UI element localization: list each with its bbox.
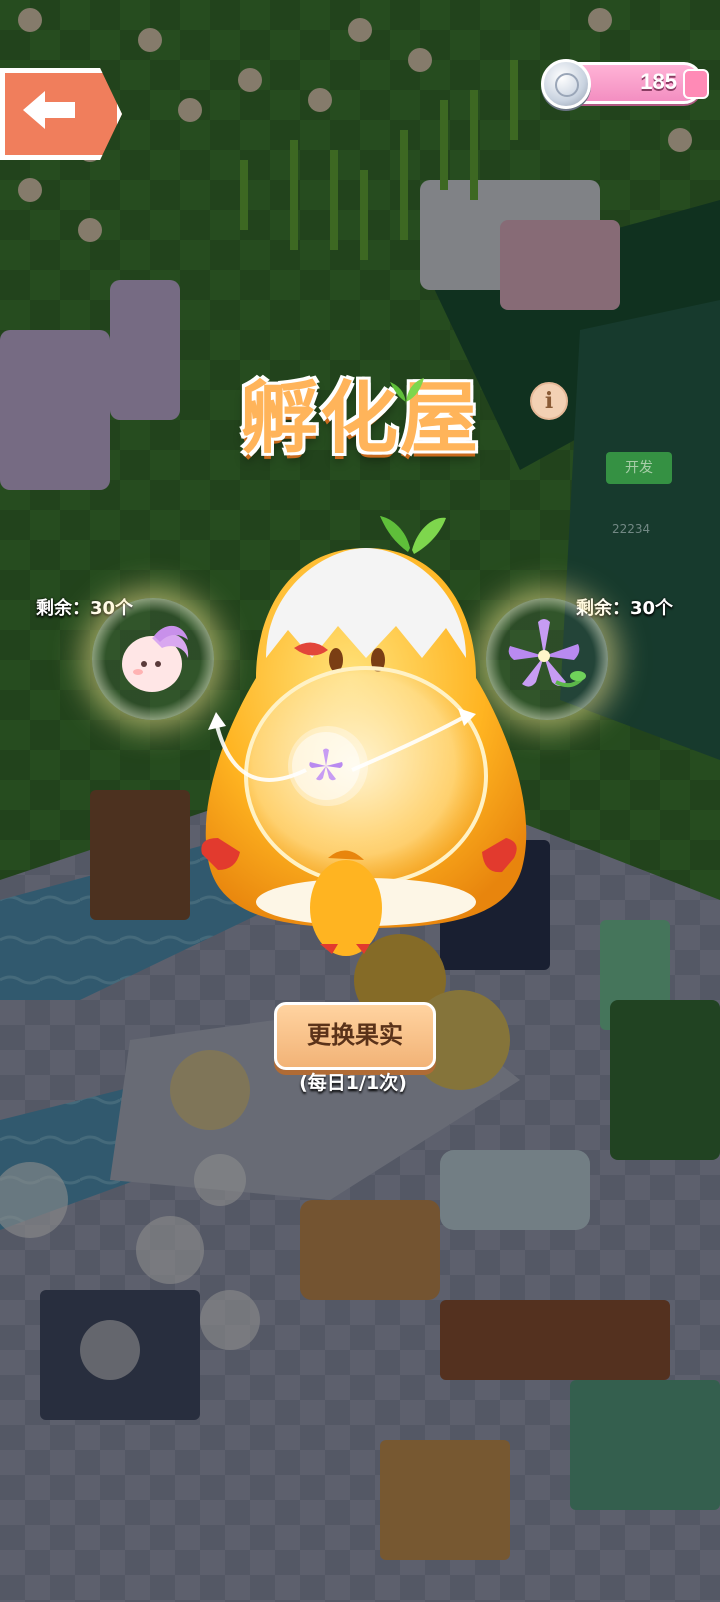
page-title: 孵化屋 (239, 374, 480, 464)
dev-badge: 开发 (606, 452, 672, 484)
info-button[interactable]: i (530, 382, 568, 420)
chick-incubator-icon (201, 516, 527, 956)
currency-value: 185 (640, 69, 677, 94)
background-counter: 22234 (612, 522, 651, 536)
arrow-left-icon (23, 91, 75, 129)
back-button[interactable] (0, 68, 122, 160)
coin-icon (541, 59, 591, 109)
sprout-icon (390, 378, 424, 406)
daily-limit-label: (每日1/1次) (299, 1072, 407, 1094)
currency-counter[interactable]: 185 (541, 59, 709, 109)
swap-fruit-button[interactable]: 更换果实 (274, 1002, 436, 1070)
add-currency-tab[interactable] (683, 69, 709, 99)
